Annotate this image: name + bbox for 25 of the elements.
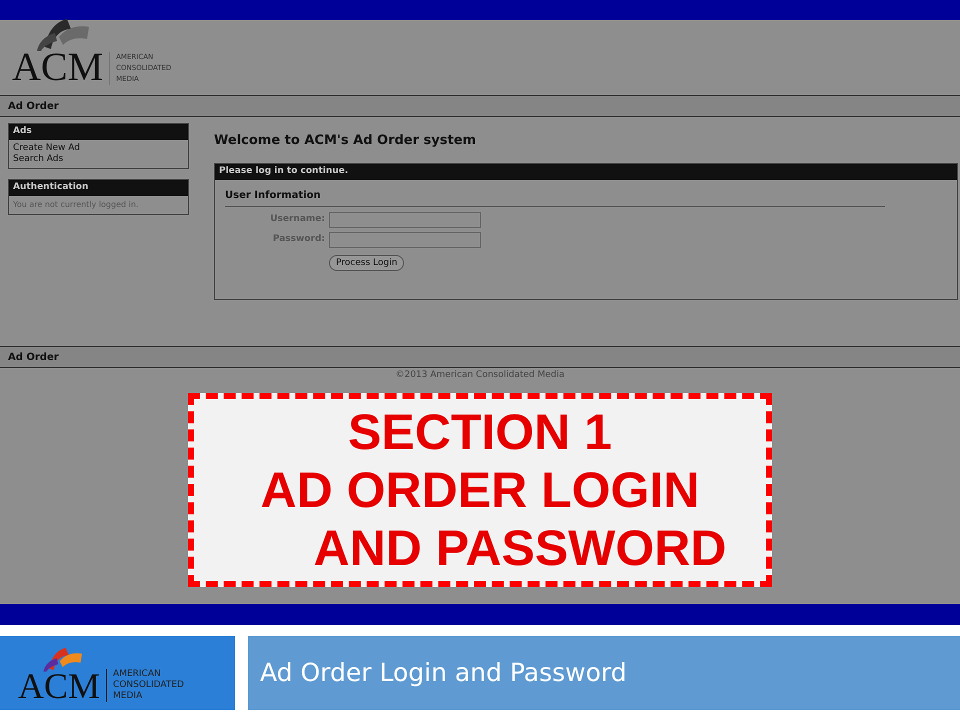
panel-header: Authentication (9, 180, 188, 196)
nav-title: Ad Order (8, 100, 59, 114)
welcome-heading: Welcome to ACM's Ad Order system (214, 132, 478, 150)
field-label: Password: (272, 232, 325, 246)
footer-title: Ad Order (8, 350, 59, 364)
logo-caption: MEDIA (113, 691, 144, 702)
logo-caption: AMERICAN (113, 669, 162, 680)
logo-wordmark: ACM (12, 47, 104, 87)
stamp-text: AD ORDER LOGIN (260, 461, 700, 520)
panel-header: Ads (9, 124, 188, 140)
logo-wordmark: ACM (18, 668, 100, 704)
login-button[interactable]: Process Login (329, 255, 404, 272)
panel-header: Please log in to continue. (215, 164, 957, 180)
input-field[interactable] (329, 212, 481, 228)
login-status: You are not currently logged in. (13, 199, 140, 210)
sidebar-link[interactable]: Search Ads (13, 154, 184, 165)
stamp-text: AND PASSWORD (314, 519, 726, 578)
section-title: User Information (225, 188, 885, 206)
field-label: Username: (269, 212, 325, 226)
slide-title: Ad Order Login and Password (260, 657, 627, 690)
stamp-text: SECTION 1 (348, 403, 612, 462)
input-field[interactable] (329, 232, 481, 248)
copyright-text: ©2013 American Consolidated Media (395, 369, 565, 382)
logo-caption: CONSOLIDATED (113, 680, 184, 691)
sidebar-link[interactable]: Create New Ad (13, 143, 184, 154)
